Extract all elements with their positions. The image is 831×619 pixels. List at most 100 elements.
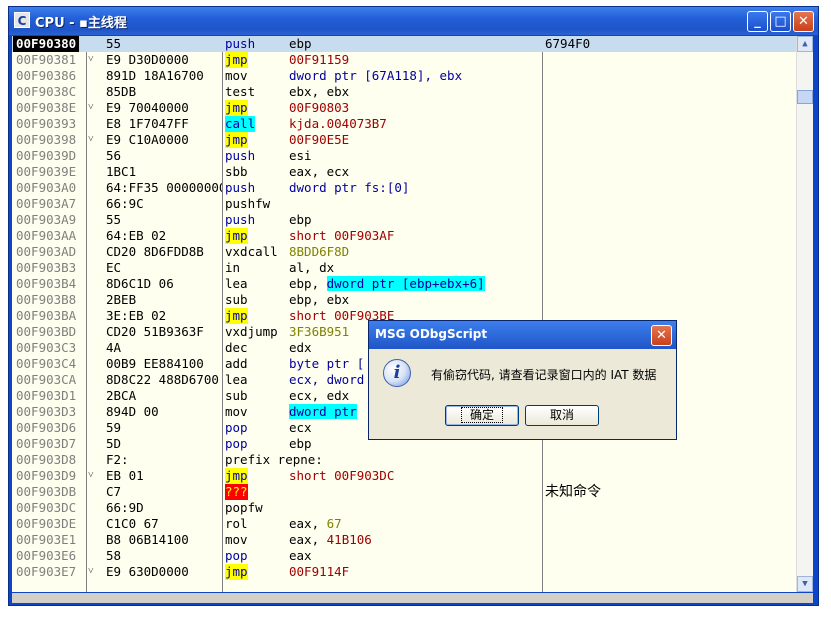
- disasm-row[interactable]: 00F903E1 B8 06B14100 mov eax, 41B106: [12, 532, 796, 548]
- disasm-row[interactable]: 00F903DE C1C0 67 rol eax, 67: [12, 516, 796, 532]
- dialog-titlebar[interactable]: MSG ODbgScript ✕: [369, 321, 676, 349]
- mnemonic-cell: sub: [225, 388, 248, 403]
- operands-cell: eax, ecx: [289, 164, 349, 180]
- mnemonic-cell: jmp: [225, 228, 248, 244]
- operands-cell: ecx, edx: [289, 388, 349, 404]
- hex-bytes-cell: C1C0 67: [106, 516, 159, 531]
- disassembly-pane[interactable]: 00F90380 55 push ebp 6794F0 00F90381 ˅ E9 D30D0…: [12, 36, 813, 592]
- mnemonic-cell: vxdcall: [225, 244, 278, 259]
- hex-bytes-cell: 66:9C: [106, 196, 144, 211]
- hex-bytes-cell: F2:: [106, 452, 129, 467]
- vertical-scrollbar[interactable]: ▲ ▼: [796, 36, 813, 592]
- mnemonic-cell: mov: [225, 68, 248, 83]
- operand-prefix: ebp,: [289, 276, 327, 291]
- hex-bytes-cell: 58: [106, 548, 122, 563]
- maximize-button[interactable]: □: [770, 11, 791, 32]
- close-button[interactable]: ✕: [793, 11, 814, 32]
- disasm-row[interactable]: 00F9039E 1BC1 sbb eax, ecx: [12, 164, 796, 180]
- operand-prefix: eax,: [289, 516, 327, 531]
- operand-value: ebp: [289, 436, 312, 451]
- address-cell: 00F903B8: [16, 292, 77, 307]
- scroll-up-button[interactable]: ▲: [797, 36, 813, 52]
- operand-value: esi: [289, 148, 312, 163]
- operands-cell: byte ptr [: [289, 356, 364, 372]
- jump-arrow-icon: ˅: [88, 566, 94, 577]
- mnemonic-cell: call: [225, 116, 256, 132]
- disasm-row[interactable]: 00F903E7 ˅ E9 630D0000 jmp 00F9114F: [12, 564, 796, 580]
- hex-bytes-cell: 891D 18A16700: [106, 68, 204, 83]
- operand-value: 00F90803: [289, 100, 350, 115]
- address-cell: 00F9038C: [16, 84, 77, 99]
- scroll-thumb[interactable]: [797, 90, 813, 104]
- disasm-row[interactable]: 00F903B4 8D6C1D 06 lea ebp, dword ptr [ebp+…: [12, 276, 796, 292]
- hex-bytes-cell: E9 630D0000: [106, 564, 189, 579]
- disasm-row[interactable]: 00F903DC 66:9D popfw: [12, 500, 796, 516]
- disasm-row[interactable]: 00F903A9 55 push ebp: [12, 212, 796, 228]
- address-cell: 00F903CA: [16, 372, 77, 387]
- disasm-row[interactable]: 00F903A0 64:FF35 00000000 push dword ptr fs…: [12, 180, 796, 196]
- operand-value: ecx, dword: [289, 372, 365, 387]
- operand-value: 8BDD6F8D: [289, 244, 350, 259]
- mnemonic-cell: jmp: [225, 308, 248, 324]
- disasm-row[interactable]: 00F903AD CD20 8D6FDD8B vxdcall 8BDD6F8D: [12, 244, 796, 260]
- hex-bytes-cell: 2BEB: [106, 292, 137, 307]
- disasm-row[interactable]: 00F90393 E8 1F7047FF call kjda.004073B7: [12, 116, 796, 132]
- address-cell: 00F903E1: [16, 532, 77, 547]
- operands-cell: dword ptr fs:[0]: [289, 180, 409, 196]
- disasm-row[interactable]: 00F903DB C7??? 未知命令: [12, 484, 796, 500]
- mnemonic-cell: push: [225, 148, 256, 163]
- address-cell: 00F903B3: [16, 260, 77, 275]
- mnemonic-cell: pop: [225, 436, 248, 451]
- cancel-button[interactable]: 取消: [525, 405, 599, 426]
- operands-cell: ebp, ebx: [289, 292, 349, 308]
- hex-bytes-cell: E9 C10A0000: [106, 132, 189, 147]
- jump-arrow-icon: ˅: [88, 470, 94, 481]
- disasm-row[interactable]: 00F903B8 2BEB sub ebp, ebx: [12, 292, 796, 308]
- disasm-row[interactable]: 00F90381 ˅ E9 D30D0000 jmp 00F91159: [12, 52, 796, 68]
- minimize-button[interactable]: _: [747, 11, 768, 32]
- operands-cell: ecx: [289, 420, 312, 436]
- address-cell: 00F903DC: [16, 500, 77, 515]
- operand-value: ebp: [289, 212, 312, 227]
- ok-button[interactable]: 确定: [445, 405, 519, 426]
- hex-bytes-cell: 894D 00: [106, 404, 159, 419]
- hex-bytes-cell: 55: [106, 212, 122, 227]
- address-cell: 00F90398: [16, 132, 77, 147]
- mnemonic-cell: popfw: [225, 500, 263, 515]
- disasm-row[interactable]: 00F9038E ˅ E9 70040000 jmp 00F90803: [12, 100, 796, 116]
- disasm-row[interactable]: 00F9039D 56 push esi: [12, 148, 796, 164]
- mnemonic-cell: mov: [225, 532, 248, 547]
- operand-value: ebx, ebx: [289, 84, 350, 99]
- disasm-row[interactable]: 00F90380 55 push ebp 6794F0: [12, 36, 796, 52]
- hex-bytes-cell: 64:FF35 00000000: [106, 180, 222, 195]
- address-cell: 00F9038E: [16, 100, 77, 115]
- disasm-row[interactable]: 00F903A7 66:9C pushfw: [12, 196, 796, 212]
- disasm-row[interactable]: 00F9038C 85DB test ebx, ebx: [12, 84, 796, 100]
- window-titlebar[interactable]: C CPU - ▪主线程 _ □ ✕: [9, 7, 818, 35]
- disasm-row[interactable]: 00F903D8 F2: prefix repne:: [12, 452, 796, 468]
- disasm-row[interactable]: 00F903AA 64:EB 02 jmp short 00F903AF: [12, 228, 796, 244]
- address-cell: 00F903D1: [16, 388, 77, 403]
- mnemonic-cell: push: [225, 212, 256, 227]
- operand-value: 3F36B951: [289, 324, 350, 339]
- disasm-row[interactable]: 00F90398 ˅ E9 C10A0000 jmp 00F90E5E: [12, 132, 796, 148]
- mnemonic-cell: add: [225, 356, 248, 371]
- disasm-row[interactable]: 00F903B3 EC in al, dx: [12, 260, 796, 276]
- disasm-row[interactable]: 00F903D9 ˅ EB 01 jmp short 00F903DC: [12, 468, 796, 484]
- hex-bytes-cell: EB 01: [106, 468, 144, 483]
- disasm-row[interactable]: 00F90386 891D 18A16700 mov dword ptr [67A11…: [12, 68, 796, 84]
- operands-cell: 00F91159: [289, 52, 349, 68]
- operand-value: edx: [289, 340, 312, 355]
- hex-bytes-cell: E8 1F7047FF: [106, 116, 189, 131]
- scroll-down-button[interactable]: ▼: [797, 576, 813, 592]
- operand-value: dword ptr [67A118], ebx: [289, 68, 463, 83]
- operands-cell: ebp: [289, 212, 312, 228]
- address-cell: 00F9039E: [16, 164, 77, 179]
- address-cell: 00F90393: [16, 116, 77, 131]
- dialog-close-button[interactable]: ✕: [651, 325, 672, 346]
- operand-value: byte ptr [: [289, 356, 365, 371]
- address-cell: 00F903D8: [16, 452, 77, 467]
- address-cell: 00F903B4: [16, 276, 77, 291]
- disasm-row[interactable]: 00F903E6 58 pop eax: [12, 548, 796, 564]
- mnemonic-cell: jmp: [225, 132, 248, 148]
